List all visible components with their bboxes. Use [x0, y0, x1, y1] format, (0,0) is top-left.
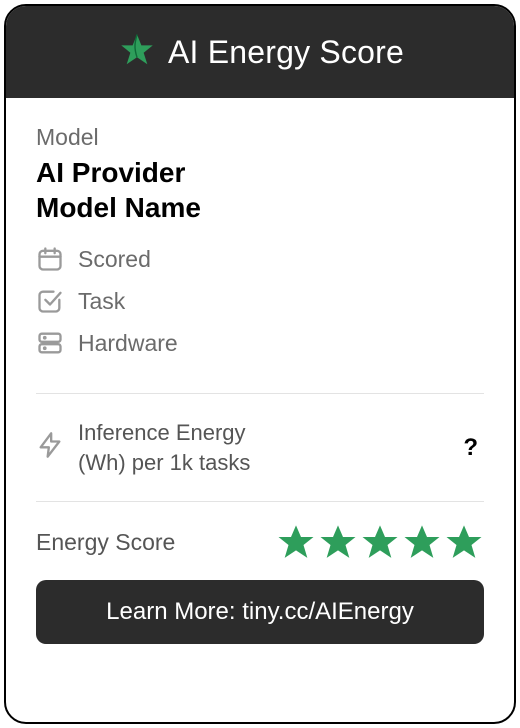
- calendar-icon: [36, 245, 64, 273]
- inference-label-line2: (Wh) per 1k tasks: [78, 448, 449, 478]
- inference-label-line1: Inference Energy: [78, 418, 449, 448]
- meta-row-hardware: Hardware: [36, 329, 484, 357]
- model-label: Model: [36, 124, 484, 151]
- bolt-icon: [36, 431, 64, 464]
- model-name: Model Name: [36, 190, 484, 225]
- meta-row-task: Task: [36, 287, 484, 315]
- inference-row: Inference Energy (Wh) per 1k tasks ?: [36, 394, 484, 501]
- leaf-icon: [116, 31, 158, 73]
- model-provider: AI Provider: [36, 155, 484, 190]
- inference-value: ?: [463, 434, 484, 462]
- star-icon: [360, 522, 400, 562]
- card-header: AI Energy Score: [6, 6, 514, 98]
- meta-hardware-label: Hardware: [78, 330, 178, 357]
- meta-list: Scored Task: [36, 245, 484, 357]
- star-icon: [276, 522, 316, 562]
- star-icon: [402, 522, 442, 562]
- star-icon: [444, 522, 484, 562]
- energy-score-card: AI Energy Score Model AI Provider Model …: [4, 4, 516, 724]
- learn-more-button[interactable]: Learn More: tiny.cc/AIEnergy: [36, 580, 484, 644]
- header-title: AI Energy Score: [168, 34, 404, 71]
- star-rating: [276, 522, 484, 562]
- score-label: Energy Score: [36, 529, 175, 556]
- meta-scored-label: Scored: [78, 246, 151, 273]
- inference-label: Inference Energy (Wh) per 1k tasks: [78, 418, 449, 477]
- check-square-icon: [36, 287, 64, 315]
- card-body: Model AI Provider Model Name Scored: [6, 98, 514, 722]
- meta-task-label: Task: [78, 288, 125, 315]
- score-row: Energy Score: [36, 502, 484, 580]
- server-icon: [36, 329, 64, 357]
- star-icon: [318, 522, 358, 562]
- meta-row-scored: Scored: [36, 245, 484, 273]
